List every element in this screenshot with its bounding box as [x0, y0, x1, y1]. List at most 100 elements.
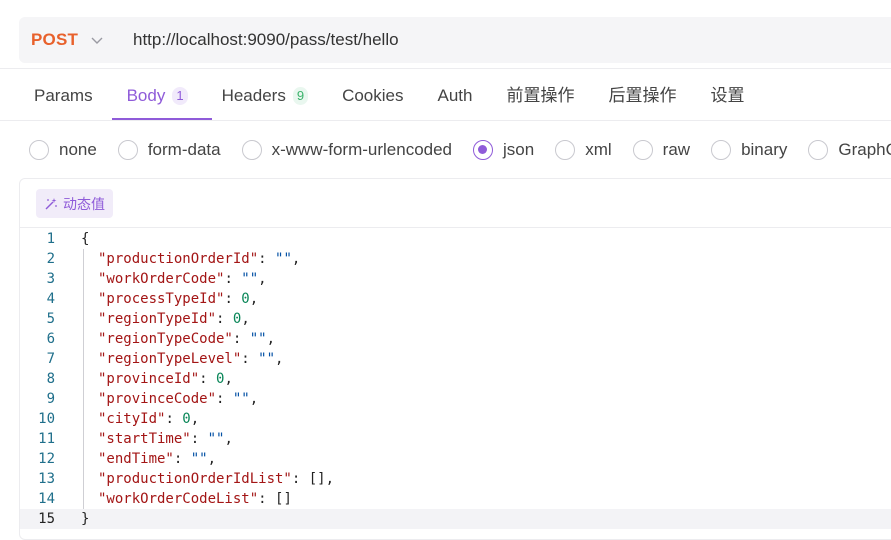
tab-count-badge: 9: [292, 87, 309, 105]
tab-label: Cookies: [342, 86, 404, 105]
radio-button[interactable]: [555, 140, 576, 160]
code-text: "workOrderCodeList": []: [98, 489, 292, 509]
json-value: 0: [182, 411, 191, 427]
body-type-none[interactable]: none: [29, 140, 97, 160]
json-comma: ,: [325, 471, 335, 487]
code-line: 10 "cityId": 0,: [20, 409, 891, 429]
radio-button[interactable]: [29, 140, 49, 160]
json-value: []: [308, 471, 326, 487]
code-line: 3 "workOrderCode": "",: [20, 269, 891, 289]
json-value: "": [207, 431, 225, 447]
code-text: "cityId": 0,: [98, 409, 199, 429]
tab-headers[interactable]: Headers 9: [222, 82, 309, 120]
code-brace: {: [81, 231, 90, 247]
code-text: "endTime": "",: [98, 449, 216, 469]
code-line: 9 "provinceCode": "",: [20, 389, 891, 409]
json-value: "": [241, 271, 259, 287]
url-input[interactable]: [119, 17, 819, 63]
tab-post-ops[interactable]: 后置操作: [608, 82, 676, 120]
body-type-label: form-data: [147, 140, 221, 159]
body-type-json[interactable]: json: [473, 140, 534, 160]
json-comma: ,: [249, 291, 259, 307]
body-type-raw[interactable]: raw: [632, 140, 691, 160]
json-comma: ,: [266, 331, 276, 347]
code-text: "workOrderCode": "",: [98, 269, 267, 289]
code-line: 2 "productionOrderId": "",: [20, 249, 891, 269]
json-colon: :: [216, 391, 233, 407]
json-comma: ,: [207, 451, 217, 467]
line-number: 3: [46, 271, 55, 287]
line-number: 10: [38, 411, 55, 427]
tab-params[interactable]: Params: [34, 82, 93, 120]
code-text: "regionTypeId": 0,: [98, 309, 250, 329]
json-colon: :: [258, 491, 276, 507]
chevron-down-icon: [90, 33, 104, 47]
tab-count-badge: 1: [172, 87, 188, 105]
radio-button[interactable]: [241, 140, 262, 160]
json-colon: :: [232, 331, 250, 347]
line-number: 9: [46, 391, 55, 407]
tab-settings[interactable]: 设置: [710, 82, 744, 120]
body-type-label: GraphQL: [838, 140, 891, 159]
line-number: 2: [46, 251, 55, 267]
radio-button[interactable]: [117, 140, 138, 160]
code-line: 11 "startTime": "",: [20, 429, 891, 449]
code-text: "processTypeId": 0,: [98, 289, 258, 309]
json-key: "provinceCode": [98, 391, 217, 407]
line-number: 5: [46, 311, 55, 327]
radio-button[interactable]: [711, 140, 732, 160]
tab-label: 后置操作: [608, 86, 677, 105]
body-type-xml[interactable]: xml: [555, 140, 612, 160]
dynamic-value-label: 动态值: [63, 195, 105, 212]
json-colon: :: [199, 371, 217, 387]
json-colon: :: [190, 431, 208, 447]
line-number: 7: [46, 351, 55, 367]
method-label: POST: [31, 30, 79, 49]
json-key: "startTime": [98, 431, 191, 447]
body-type-label: raw: [662, 140, 691, 159]
code-text: "provinceCode": "",: [98, 389, 258, 409]
tab-label: Auth: [437, 86, 473, 105]
line-number: 12: [38, 451, 55, 467]
body-type-label: x-www-form-urlencoded: [271, 140, 453, 159]
json-value: "": [275, 251, 292, 267]
code-line: 13 "productionOrderIdList": [],: [20, 469, 891, 489]
tab-cookies[interactable]: Cookies: [342, 82, 403, 120]
tab-body[interactable]: Body 1: [111, 82, 212, 120]
json-comma: ,: [258, 271, 267, 287]
json-key: "processTypeId": [98, 291, 225, 307]
line-number: 15: [38, 511, 55, 527]
body-type-binary[interactable]: binary: [711, 140, 787, 160]
json-colon: :: [173, 451, 191, 467]
tab-label: Params: [34, 86, 93, 105]
dynamic-value-button[interactable]: 动态值: [36, 189, 113, 218]
code-text: "startTime": "",: [98, 429, 233, 449]
code-line: 15}: [20, 509, 891, 529]
json-key: "productionOrderIdList": [98, 471, 292, 487]
body-type-group: none form-data x-www-form-urlencoded json xm…: [29, 136, 891, 164]
code-line: 5 "regionTypeId": 0,: [20, 309, 891, 329]
method-select[interactable]: POST: [19, 17, 119, 63]
tab-pre-ops[interactable]: 前置操作: [506, 82, 574, 120]
json-value: 0: [241, 291, 250, 307]
code-line: 8 "provinceId": 0,: [20, 369, 891, 389]
code-line: 12 "endTime": "",: [20, 449, 891, 469]
tab-auth[interactable]: Auth: [437, 82, 472, 120]
code-line: 1{: [20, 229, 891, 249]
body-editor-panel: 动态值 1{2 "productionOrderId": "", 3 "workOrd…: [19, 178, 891, 540]
radio-button[interactable]: [632, 140, 653, 160]
editor-divider: [20, 227, 891, 228]
body-type-graphql[interactable]: GraphQL: [808, 140, 891, 160]
json-value: "": [249, 331, 267, 347]
json-editor[interactable]: 1{2 "productionOrderId": "", 3 "workOrderCo…: [20, 229, 891, 529]
json-colon: :: [224, 291, 242, 307]
json-colon: :: [291, 471, 309, 487]
line-number: 13: [38, 471, 55, 487]
json-colon: :: [241, 351, 259, 367]
json-colon: :: [258, 251, 276, 267]
code-line: 7 "regionTypeLevel": "",: [20, 349, 891, 369]
body-type-form-data[interactable]: form-data: [117, 140, 221, 160]
body-type-x-www-form-urlencoded[interactable]: x-www-form-urlencoded: [241, 140, 453, 160]
radio-button[interactable]: [473, 140, 494, 160]
radio-button[interactable]: [808, 140, 829, 160]
